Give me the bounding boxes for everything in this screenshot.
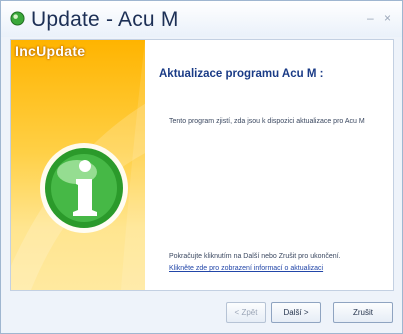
title-bar[interactable]: Update - Acu M – × [1, 1, 402, 37]
close-button[interactable]: × [384, 11, 391, 25]
info-icon [40, 143, 128, 233]
banner-panel: IncUpdate [11, 40, 145, 290]
brand-logo-text: IncUpdate [15, 43, 86, 59]
cancel-button[interactable]: Zrušit [333, 302, 393, 323]
description-text: Tento program zjistí, zda jsou k dispozi… [169, 118, 365, 125]
continue-hint: Pokračujte kliknutím na Další nebo Zruši… [169, 253, 341, 260]
next-button[interactable]: Další > [271, 302, 321, 323]
back-button[interactable]: < Zpět [226, 302, 266, 323]
page-heading: Aktualizace programu Acu M : [159, 68, 324, 80]
details-link[interactable]: Klikněte zde pro zobrazení informací o a… [169, 265, 389, 272]
minimize-button[interactable]: – [367, 11, 374, 25]
update-window: Update - Acu M – × IncUpdate Aktualizace… [0, 0, 403, 334]
window-title: Update - Acu M [31, 8, 179, 31]
app-icon [10, 11, 25, 26]
wizard-client-area: IncUpdate Aktualizace programu Acu M : T… [10, 39, 394, 291]
button-bar: < Zpět Další > Zrušit [1, 291, 402, 333]
